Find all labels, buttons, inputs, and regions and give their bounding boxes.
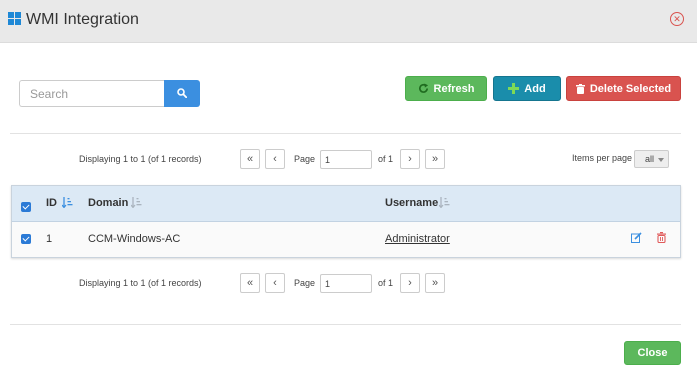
- edit-icon[interactable]: [631, 232, 642, 243]
- cell-username-link[interactable]: Administrator: [385, 233, 450, 245]
- windows-logo-icon: [8, 12, 21, 25]
- page-label: Page: [294, 154, 316, 164]
- delete-selected-label: Delete Selected: [589, 82, 672, 95]
- records-table: ID Domain Username 1 CCM-Windows-AC Admi…: [11, 185, 681, 258]
- search-input[interactable]: [19, 80, 165, 107]
- delete-selected-button[interactable]: Delete Selected: [566, 76, 681, 101]
- page-label: Page: [294, 278, 316, 288]
- delete-icon[interactable]: [657, 232, 666, 243]
- items-per-page-label: Items per page: [572, 153, 633, 163]
- prev-page-button[interactable]: ‹: [265, 149, 285, 169]
- records-display: Displaying 1 to 1 (of 1 records): [79, 154, 202, 164]
- page-count: of 1: [378, 154, 394, 164]
- page-number-input[interactable]: [320, 274, 372, 293]
- trash-icon: [575, 83, 585, 94]
- column-header-domain[interactable]: Domain: [88, 197, 128, 209]
- refresh-label: Refresh: [433, 82, 475, 95]
- sort-icon[interactable]: [131, 197, 142, 208]
- first-page-button[interactable]: «: [240, 149, 260, 169]
- divider: [10, 133, 681, 134]
- items-per-page-value: all: [645, 154, 655, 164]
- sort-icon[interactable]: [439, 197, 450, 208]
- items-per-page-select[interactable]: all: [634, 150, 669, 168]
- prev-page-button[interactable]: ‹: [265, 273, 285, 293]
- add-button[interactable]: Add: [493, 76, 561, 101]
- column-header-username[interactable]: Username: [385, 197, 438, 209]
- sort-icon[interactable]: [62, 197, 73, 208]
- records-display: Displaying 1 to 1 (of 1 records): [79, 278, 202, 288]
- table-row[interactable]: 1 CCM-Windows-AC Administrator: [12, 222, 680, 257]
- title-bar: WMI Integration ✕: [0, 0, 697, 43]
- column-header-id[interactable]: ID: [46, 197, 57, 209]
- divider: [10, 324, 681, 325]
- select-all-checkbox[interactable]: [21, 202, 31, 212]
- search-button[interactable]: [164, 80, 200, 107]
- close-icon[interactable]: ✕: [670, 12, 684, 26]
- page-number-input[interactable]: [320, 150, 372, 169]
- chevron-down-icon: [658, 158, 664, 162]
- refresh-button[interactable]: Refresh: [405, 76, 487, 101]
- search-icon: [177, 88, 187, 98]
- add-label: Add: [524, 82, 546, 95]
- first-page-button[interactable]: «: [240, 273, 260, 293]
- plus-icon: [508, 83, 520, 94]
- cell-id: 1: [46, 233, 53, 245]
- dialog-title: WMI Integration: [26, 11, 139, 28]
- row-checkbox[interactable]: [21, 234, 31, 244]
- next-page-button[interactable]: ›: [400, 273, 420, 293]
- cell-domain: CCM-Windows-AC: [88, 233, 181, 245]
- refresh-icon: [418, 83, 428, 93]
- last-page-button[interactable]: »: [425, 149, 445, 169]
- pager-bottom: Displaying 1 to 1 (of 1 records) « ‹ Pag…: [0, 273, 697, 295]
- last-page-button[interactable]: »: [425, 273, 445, 293]
- close-button[interactable]: Close: [624, 341, 681, 365]
- table-header: ID Domain Username: [12, 186, 680, 222]
- page-count: of 1: [378, 278, 394, 288]
- next-page-button[interactable]: ›: [400, 149, 420, 169]
